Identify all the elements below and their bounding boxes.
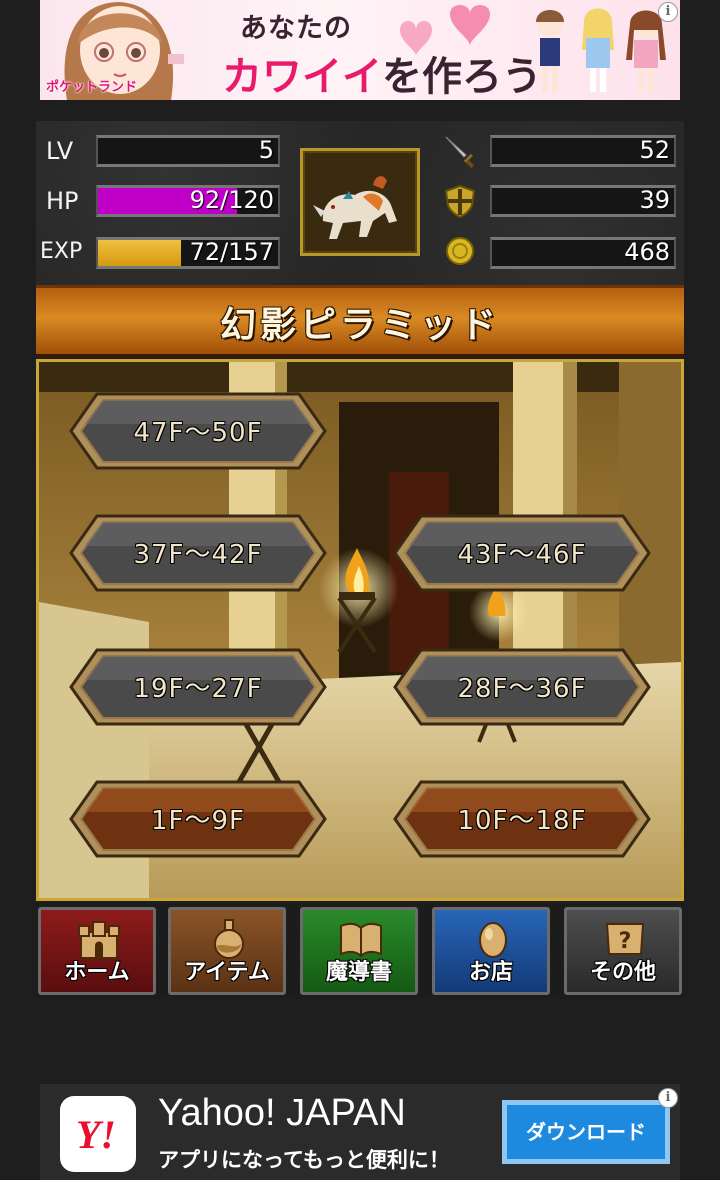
hp-bar: 92/120 [96,185,280,217]
floor-button-28-36[interactable]: 28F～36F [391,646,653,728]
menu-other-button[interactable]: ? その他 [564,907,682,995]
floor-label: 19F～27F [133,674,263,704]
menu-grimoire-button[interactable]: 魔導書 [300,907,418,995]
menu-home-button[interactable]: ホーム [38,907,156,995]
floor-button-10-18[interactable]: 10F～18F [391,778,653,860]
yahoo-logo-icon: Y! [76,1112,116,1157]
menu-grimoire-label: 魔導書 [325,960,392,985]
hp-value: 92/120 [189,186,274,214]
lv-label: LV [46,137,74,165]
menu-item-label: アイテム [184,960,270,985]
dungeon-title-bar: 幻影ピラミッド [36,285,684,357]
defense-bar: 39 [490,185,676,217]
gold-bar: 468 [490,237,676,269]
exp-bar: 72/157 [96,237,280,269]
yahoo-app-icon: Y! [60,1096,136,1172]
dungeon-scene: 47F～50F 37F～42F 43F～46F 19F～27F 28F～36F … [36,359,684,901]
ad-headline-highlight: カワイイ [222,54,382,100]
menu-shop-button[interactable]: お店 [432,907,550,995]
floor-label: 1F～9F [151,806,245,836]
floor-button-43-46[interactable]: 43F～46F [391,512,653,594]
gold-value: 468 [624,238,670,266]
bottom-ad-banner[interactable]: Y! Yahoo! JAPAN アプリになってもっと便利に！ ダウンロード i [40,1084,680,1180]
svg-text:Y!: Y! [76,1112,116,1157]
exp-label: EXP [40,239,83,264]
monster-portrait [300,148,420,256]
floor-button-37-42[interactable]: 37F～42F [67,512,329,594]
floor-label: 37F～42F [133,540,263,570]
dungeon-title: 幻影ピラミッド [219,305,500,346]
defense-value: 39 [639,186,670,214]
ad-info-icon[interactable]: i [658,2,678,22]
ad-subtitle: アプリになってもっと便利に！ [158,1148,450,1172]
ad-title: Yahoo! JAPAN [158,1092,406,1134]
beast-icon [313,176,397,239]
ad-info-icon[interactable]: i [658,1088,678,1108]
svg-text:?: ? [619,929,632,954]
anime-girls-illustration [536,8,666,92]
top-ad-banner[interactable]: ポケットランド あなたの カワイイを作ろう i [40,0,680,100]
floor-label: 10F～18F [457,806,587,836]
attack-bar: 52 [490,135,676,167]
floor-label: 43F～46F [457,540,587,570]
attack-value: 52 [639,136,670,164]
hp-label: HP [46,187,79,215]
ad-headline-rest: を作ろう [382,54,542,100]
shield-icon [444,184,476,219]
floor-label: 28F～36F [457,674,587,704]
exp-fill [98,240,181,266]
ad-headline-line1: あなたの [240,13,352,44]
floor-button-1-9[interactable]: 1F～9F [67,778,329,860]
ad-brand-logo: ポケットランド [46,80,138,95]
download-button[interactable]: ダウンロード [502,1100,670,1164]
lv-value: 5 [258,136,274,164]
lv-bar: 5 [96,135,280,167]
bottom-menu: ホーム アイテム 魔導書 お店 ? その他 [36,903,684,997]
floor-button-47-50[interactable]: 47F～50F [67,390,329,472]
menu-home-label: ホーム [64,960,130,985]
menu-other-label: その他 [589,960,656,985]
sword-icon [445,136,475,169]
menu-shop-label: お店 [468,960,513,985]
exp-value: 72/157 [189,238,274,266]
floor-button-19-27[interactable]: 19F～27F [67,646,329,728]
menu-item-button[interactable]: アイテム [168,907,286,995]
coin-icon [446,237,474,265]
ad-headline-line2: カワイイを作ろう [222,44,542,100]
floor-label: 47F～50F [133,418,263,448]
